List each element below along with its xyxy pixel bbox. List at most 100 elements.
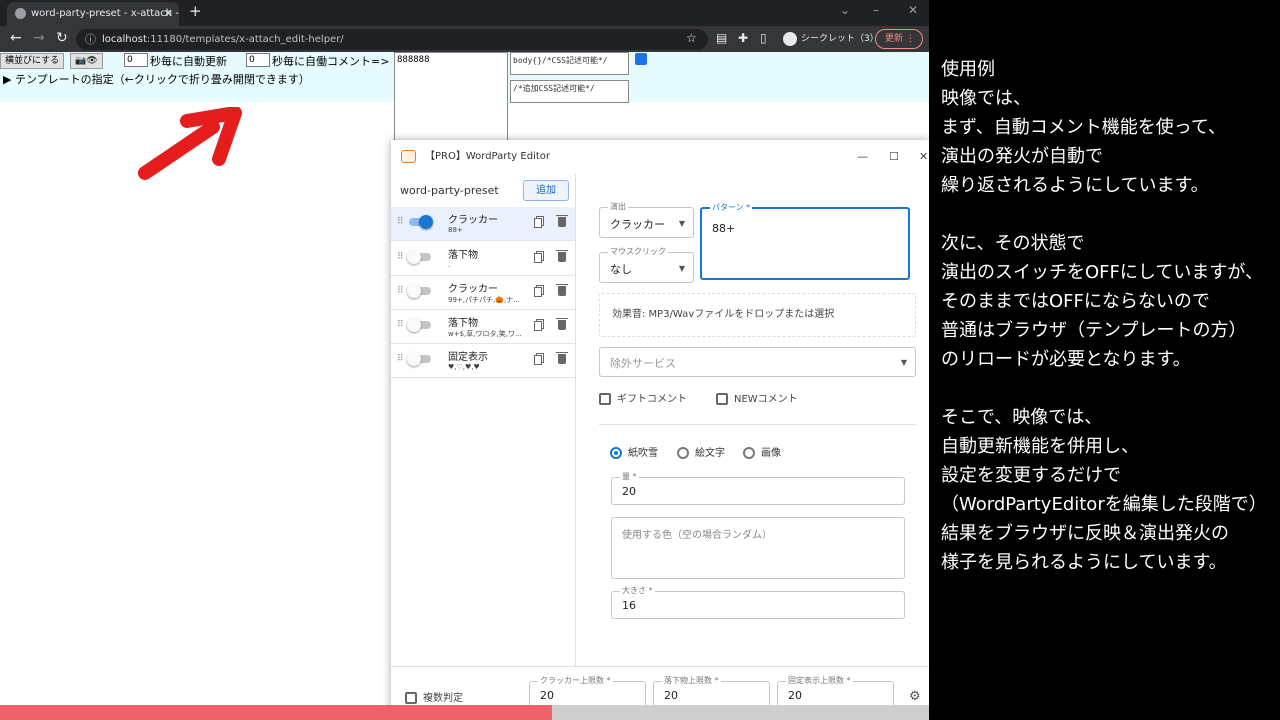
list-item[interactable]: ⠿ 固定表示 ♥,♡,♥,♥ bbox=[391, 344, 575, 378]
reload-icon[interactable]: ↻ bbox=[56, 30, 68, 46]
preset-list-pane: word-party-preset 追加 ⠿ クラッカー 88+ ⠿ 落下物 .… bbox=[391, 174, 576, 666]
radio-label: 絵文字 bbox=[695, 448, 725, 459]
copy-icon[interactable] bbox=[534, 218, 542, 228]
close-tab-icon[interactable]: ✕ bbox=[164, 2, 173, 26]
item-pattern: 99+,パチパチ,🎃,ナ... bbox=[448, 296, 520, 304]
browser-window: word-party-preset - x-attach - e ✕ + ⌄ –… bbox=[0, 0, 929, 720]
sidepanel-icon[interactable]: ▯ bbox=[760, 31, 767, 45]
drag-handle-icon[interactable]: ⠿ bbox=[397, 286, 404, 296]
editor-title: 【PRO】WordParty Editor bbox=[425, 151, 550, 162]
list-item[interactable]: ⠿ クラッカー 99+,パチパチ,🎃,ナ... bbox=[391, 276, 575, 310]
add-button[interactable]: 追加 bbox=[523, 180, 569, 201]
trash-icon[interactable] bbox=[556, 250, 568, 262]
update-button[interactable]: 更新 ⋮ bbox=[875, 29, 923, 49]
bookmark-star-icon[interactable]: ☆ bbox=[686, 31, 697, 45]
list-item[interactable]: ⠿ 落下物 . bbox=[391, 242, 575, 276]
trash-icon[interactable] bbox=[556, 318, 568, 330]
forward-icon[interactable]: → bbox=[33, 30, 45, 46]
narration-line: 次に、その状態で bbox=[941, 233, 1085, 254]
editor-close-button[interactable]: ✕ bbox=[919, 140, 928, 174]
extension-icon[interactable]: ▤ bbox=[716, 31, 727, 45]
exclude-service-select[interactable]: 除外サービス ▼ bbox=[599, 347, 916, 377]
toggle-switch[interactable] bbox=[407, 250, 431, 264]
video-progress-bar[interactable] bbox=[0, 705, 929, 720]
narration-line: 繰り返されるようにしています。 bbox=[941, 175, 1209, 196]
item-name: 落下物 bbox=[448, 250, 478, 261]
color-input[interactable]: 使用する色（空の場合ランダム） bbox=[611, 517, 905, 579]
extra-css-textarea[interactable]: /*追加CSS記述可能*/ bbox=[510, 80, 629, 103]
drag-handle-icon[interactable]: ⠿ bbox=[397, 217, 404, 227]
pattern-input[interactable]: パターン * 88+ bbox=[700, 202, 910, 280]
template-toggle[interactable]: ▶ テンプレートの指定（←クリックで折り畳み開閉できます） bbox=[3, 71, 310, 87]
item-pattern: 88+ bbox=[448, 226, 463, 234]
size-input[interactable]: 大きさ * 16 bbox=[611, 585, 905, 619]
url-host: localhost bbox=[102, 34, 147, 45]
toggle-switch[interactable] bbox=[409, 215, 433, 229]
gear-icon[interactable]: ⚙ bbox=[909, 689, 921, 704]
editor-maximize-button[interactable]: ☐ bbox=[889, 140, 899, 174]
narration-line: 映像では、 bbox=[941, 88, 1031, 109]
narration-line: 使用例 bbox=[941, 59, 995, 80]
auto-comment-label: 秒毎に自働コメント=> bbox=[272, 55, 390, 68]
copy-icon[interactable] bbox=[534, 321, 542, 331]
toggle-switch[interactable] bbox=[407, 318, 431, 332]
sound-drop-zone[interactable]: 効果音: MP3/Wavファイルをドロップまたは選択 bbox=[599, 293, 916, 337]
minimize-button[interactable]: – bbox=[873, 3, 879, 17]
mouse-click-select[interactable]: マウスクリック なし ▼ bbox=[599, 246, 694, 283]
trash-icon[interactable] bbox=[556, 352, 568, 364]
radio-label: 紙吹雪 bbox=[628, 448, 658, 459]
new-comment-checkbox[interactable]: NEWコメント bbox=[716, 390, 798, 405]
site-info-icon[interactable]: ⓘ bbox=[85, 29, 96, 50]
copy-icon[interactable] bbox=[534, 355, 542, 365]
multi-judge-checkbox[interactable]: 複数判定 bbox=[405, 689, 463, 704]
auto-refresh-input[interactable]: 0 bbox=[124, 53, 148, 67]
narration-panel: 使用例 映像では、 まず、自動コメント機能を使って、 演出の発火が自動で 繰り返されるよ… bbox=[929, 0, 1280, 720]
radio-confetti[interactable]: 紙吹雪 bbox=[610, 444, 658, 459]
new-tab-button[interactable]: + bbox=[189, 2, 202, 20]
address-bar[interactable]: ⓘ localhost:11180/templates/x-attach_edi… bbox=[76, 29, 708, 50]
narration-line: 設定を変更するだけで bbox=[941, 465, 1121, 486]
color-placeholder: 使用する色（空の場合ランダム） bbox=[622, 530, 772, 541]
browser-tab[interactable]: word-party-preset - x-attach - e ✕ bbox=[7, 2, 179, 26]
item-name: 落下物 bbox=[448, 318, 478, 329]
align-button[interactable]: 横並びにする bbox=[0, 53, 65, 69]
tab-strip: word-party-preset - x-attach - e ✕ + ⌄ –… bbox=[0, 0, 929, 26]
divider bbox=[599, 424, 916, 425]
effect-select[interactable]: 演出 クラッカー ▼ bbox=[599, 201, 694, 238]
drag-handle-icon[interactable]: ⠿ bbox=[397, 354, 404, 364]
trash-icon[interactable] bbox=[556, 284, 568, 296]
trash-icon[interactable] bbox=[556, 215, 568, 227]
auto-comment-input[interactable]: 0 bbox=[246, 53, 270, 67]
globe-icon bbox=[15, 8, 26, 19]
tab-search-icon[interactable]: ⌄ bbox=[840, 3, 850, 17]
amount-label: 量 * bbox=[620, 471, 639, 482]
size-value: 16 bbox=[622, 599, 636, 612]
amount-input[interactable]: 量 * 20 bbox=[611, 471, 905, 505]
list-item[interactable]: ⠿ クラッカー 88+ bbox=[391, 207, 575, 241]
radio-emoji[interactable]: 絵文字 bbox=[677, 444, 725, 459]
incognito-icon bbox=[783, 31, 797, 46]
close-window-button[interactable]: ✕ bbox=[908, 3, 918, 17]
narration-line: 結果をブラウザに反映＆演出発火の bbox=[941, 523, 1229, 544]
multi-judge-label: 複数判定 bbox=[423, 693, 463, 704]
comment-textarea[interactable]: 888888 bbox=[394, 52, 508, 152]
copy-icon[interactable] bbox=[534, 287, 542, 297]
gift-comment-checkbox[interactable]: ギフトコメント bbox=[599, 390, 687, 405]
toggle-switch[interactable] bbox=[407, 284, 431, 298]
drag-handle-icon[interactable]: ⠿ bbox=[397, 320, 404, 330]
camera-toggle-button[interactable]: 📷👁 bbox=[70, 53, 103, 69]
incognito-indicator[interactable]: シークレット（3） bbox=[783, 30, 879, 48]
copy-icon[interactable] bbox=[534, 253, 542, 263]
update-label: 更新 bbox=[885, 34, 904, 44]
back-icon[interactable]: ← bbox=[10, 30, 22, 46]
radio-image[interactable]: 画像 bbox=[743, 444, 781, 459]
drag-handle-icon[interactable]: ⠿ bbox=[397, 252, 404, 262]
css-textarea[interactable]: body{}/*CSS記述可能*/ bbox=[510, 52, 629, 75]
toggle-switch[interactable] bbox=[407, 352, 431, 366]
item-pattern: w+$,草,ワロタ,笑,ワ... bbox=[448, 330, 522, 338]
puzzle-icon[interactable]: ✚ bbox=[738, 31, 748, 45]
list-item[interactable]: ⠿ 落下物 w+$,草,ワロタ,笑,ワ... bbox=[391, 310, 575, 344]
refresh-icon[interactable] bbox=[635, 53, 647, 65]
red-arrow-annotation bbox=[138, 107, 242, 180]
editor-minimize-button[interactable]: — bbox=[857, 140, 868, 174]
